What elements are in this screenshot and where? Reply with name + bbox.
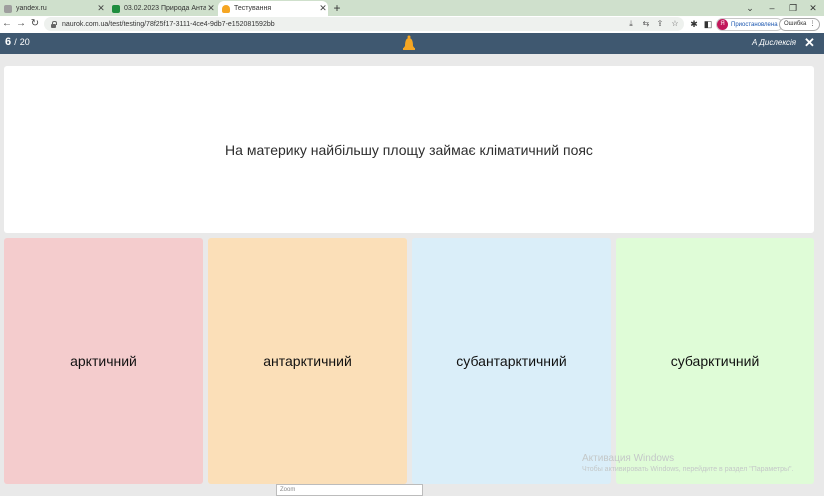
answer-label: арктичний xyxy=(70,353,137,369)
avatar: Я xyxy=(717,19,728,30)
dyslexia-letter-icon: A xyxy=(752,38,758,47)
tab-title: 03.02.2023 Природа Антарктиди xyxy=(124,5,206,12)
sheets-favicon-icon xyxy=(112,4,120,13)
browser-tab-strip: yandex.ru ✕ 03.02.2023 Природа Антарктид… xyxy=(0,0,824,16)
tab-title: yandex.ru xyxy=(16,5,47,12)
address-bar[interactable]: naurok.com.ua/test/testing/78f25f17-3111… xyxy=(44,17,684,31)
translate-icon[interactable]: ⇆ xyxy=(641,19,651,29)
answer-option-3[interactable]: субантарктичний xyxy=(412,238,611,484)
test-header: 6 / 20 A Дислексія ✕ xyxy=(0,33,824,54)
share-icon[interactable]: ⇪ xyxy=(655,19,665,29)
side-panel-icon[interactable]: ◧ xyxy=(702,18,714,30)
reload-icon[interactable]: ↻ xyxy=(28,17,42,31)
back-arrow-icon[interactable]: ← xyxy=(0,17,14,31)
restore-icon[interactable]: ❐ xyxy=(782,0,804,16)
question-card: На материку найбільшу площу займає кліма… xyxy=(4,66,814,233)
zoom-label: Zoom xyxy=(280,487,296,493)
question-text: На материку найбільшу площу займає кліма… xyxy=(225,141,593,158)
profile-status: Приостановлена xyxy=(731,21,778,28)
download-icon[interactable]: ⤓ xyxy=(626,19,636,29)
bell-icon xyxy=(403,35,415,50)
close-test-icon[interactable]: ✕ xyxy=(804,36,815,50)
tab-title: Тестування xyxy=(234,5,272,12)
tab-yandex[interactable]: yandex.ru ✕ xyxy=(0,1,106,16)
tab-close-icon[interactable]: ✕ xyxy=(96,3,106,14)
minimize-icon[interactable]: – xyxy=(761,0,783,16)
profile-button[interactable]: Я Приостановлена xyxy=(716,18,783,31)
window-close-icon[interactable]: ✕ xyxy=(802,0,824,16)
answer-option-4[interactable]: субарктичний xyxy=(616,238,814,484)
question-counter: 6 / 20 xyxy=(5,36,30,48)
answer-label: субарктичний xyxy=(670,353,760,369)
browser-toolbar: ← → ↻ naurok.com.ua/test/testing/78f25f1… xyxy=(0,16,824,33)
kebab-menu-icon[interactable]: ⋮ xyxy=(809,19,815,30)
current-question-number: 6 xyxy=(5,36,12,48)
tab-close-icon[interactable]: ✕ xyxy=(318,3,328,14)
chevron-down-icon[interactable]: ⌄ xyxy=(739,0,761,16)
star-icon[interactable]: ☆ xyxy=(670,19,680,29)
new-tab-plus-icon[interactable]: + xyxy=(331,1,343,15)
tab-sheets[interactable]: 03.02.2023 Природа Антарктиди ✕ xyxy=(108,1,216,16)
puzzle-extensions-icon[interactable]: ✱ xyxy=(688,18,700,30)
answer-label: антарктичний xyxy=(263,353,352,369)
dyslexia-label: Дислексія xyxy=(759,38,797,47)
forward-arrow-icon[interactable]: → xyxy=(14,17,28,31)
lock-icon xyxy=(50,20,57,28)
url-text: naurok.com.ua/test/testing/78f25f17-3111… xyxy=(62,20,275,28)
tab-testing[interactable]: Тестування ✕ xyxy=(218,1,328,16)
total-question-count: 20 xyxy=(19,37,30,47)
answer-label: субантарктичний xyxy=(456,353,567,369)
tab-close-icon[interactable]: ✕ xyxy=(206,3,216,14)
yandex-favicon-icon xyxy=(4,4,12,13)
error-label: Ошибка xyxy=(784,21,807,27)
counter-separator: / xyxy=(14,37,17,47)
naurok-favicon-icon xyxy=(222,4,230,13)
zoom-popup: Zoom xyxy=(276,484,423,496)
answer-option-2[interactable]: антарктичний xyxy=(208,238,407,484)
dyslexia-toggle[interactable]: A Дислексія xyxy=(752,38,796,47)
error-button[interactable]: Ошибка ⋮ xyxy=(779,18,821,31)
answer-option-1[interactable]: арктичний xyxy=(4,238,203,484)
